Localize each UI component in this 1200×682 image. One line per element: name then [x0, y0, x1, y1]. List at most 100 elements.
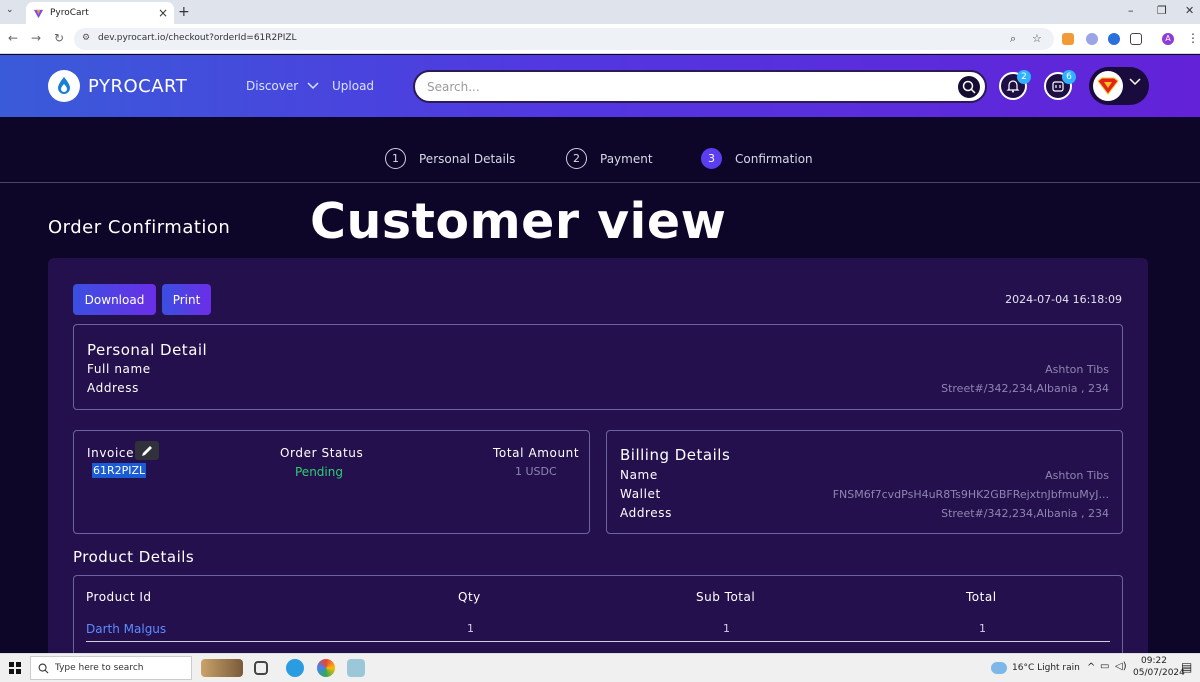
billing-name-label: Name — [620, 468, 658, 482]
search-bar — [413, 70, 987, 103]
taskbar-search-text: Type here to search — [55, 663, 144, 673]
metamask-extension-icon[interactable] — [1062, 33, 1074, 45]
address-label: Address — [87, 381, 139, 395]
browser-toolbar: ← → ↻ ⚙ dev.pyrocart.io/checkout?orderId… — [0, 24, 1200, 54]
brand-name[interactable]: PYROCART — [88, 76, 187, 97]
order-status-value: Pending — [295, 465, 343, 479]
app-header: PYROCART Discover Upload 2 6 — [0, 55, 1200, 117]
invoice-id[interactable]: 61R2PIZL — [92, 463, 147, 478]
step-number: 3 — [701, 148, 722, 169]
download-button[interactable]: Download — [73, 284, 156, 315]
back-icon[interactable]: ← — [8, 31, 18, 45]
zoom-icon[interactable]: ⌕ — [1010, 32, 1016, 46]
browser-tab[interactable]: PyroCart × — [26, 2, 174, 24]
close-window-icon[interactable]: ✕ — [1185, 4, 1194, 17]
billing-wallet-label: Wallet — [620, 487, 661, 501]
address-bar[interactable]: ⚙ dev.pyrocart.io/checkout?orderId=61R2P… — [74, 28, 1054, 50]
news-widget-icon[interactable] — [201, 659, 243, 677]
new-tab-icon[interactable]: + — [178, 4, 190, 20]
step-label: Personal Details — [419, 151, 516, 166]
customer-view-overlay: Customer view — [310, 193, 727, 250]
pyrocart-favicon-icon — [32, 7, 44, 19]
chevron-down-icon — [1129, 78, 1141, 86]
user-menu[interactable] — [1089, 67, 1149, 105]
total-amount-value: 1 USDC — [515, 465, 557, 478]
col-header-total: Total — [966, 590, 997, 604]
product-subtotal: 1 — [723, 622, 730, 635]
row-divider — [86, 641, 1110, 642]
product-qty: 1 — [467, 622, 474, 635]
windows-start-icon[interactable] — [9, 662, 21, 674]
profile-avatar[interactable]: A — [1162, 33, 1174, 45]
invoice-label: Invoice — [87, 446, 135, 460]
cart-badge: 6 — [1062, 70, 1076, 84]
notifications-button[interactable]: 2 — [999, 70, 1031, 100]
browser-tabstrip: ⌄ PyroCart × + – ❐ ✕ — [0, 0, 1200, 24]
bookmark-star-icon[interactable]: ☆ — [1032, 32, 1042, 45]
chrome-app-icon[interactable] — [317, 659, 335, 677]
network-icon[interactable]: ▭ — [1100, 661, 1109, 672]
col-header-product-id: Product Id — [86, 590, 152, 604]
search-button[interactable] — [958, 76, 980, 98]
product-link[interactable]: Darth Malgus — [86, 622, 166, 636]
step-confirmation[interactable]: 3 Confirmation — [701, 148, 813, 169]
clock-time[interactable]: 09:22 — [1141, 656, 1167, 666]
billing-details-box: Billing Details Name Wallet Address Asht… — [606, 430, 1123, 534]
billing-address-value: Street#/342,234,Albania , 234 — [941, 507, 1109, 520]
weather-text[interactable]: 16°C Light rain — [1012, 663, 1080, 673]
billing-address-label: Address — [620, 506, 672, 520]
billing-details-title: Billing Details — [620, 446, 731, 464]
taskbar-search[interactable]: Type here to search — [30, 656, 192, 680]
notifications-badge: 2 — [1017, 70, 1031, 84]
app-icon[interactable] — [347, 659, 365, 677]
reload-icon[interactable]: ↻ — [54, 31, 64, 45]
billing-name-value: Ashton Tibs — [1045, 469, 1109, 482]
tab-search-chevron-icon[interactable]: ⌄ — [6, 5, 14, 15]
cart-button[interactable]: 6 — [1044, 70, 1076, 100]
search-icon — [38, 663, 49, 674]
address-value: Street#/342,234,Albania , 234 — [941, 382, 1109, 395]
telegram-app-icon[interactable] — [286, 659, 304, 677]
product-total: 1 — [979, 622, 986, 635]
extension-icon[interactable] — [1086, 33, 1098, 45]
search-icon — [962, 80, 976, 94]
notification-center-icon[interactable]: ▤ — [1181, 660, 1192, 674]
close-tab-icon[interactable]: × — [158, 7, 168, 19]
weather-icon — [991, 662, 1007, 674]
windows-taskbar: Type here to search 16°C Light rain ^ ▭ … — [0, 653, 1200, 682]
user-avatar — [1093, 71, 1123, 101]
task-view-icon[interactable] — [254, 661, 268, 675]
step-label: Payment — [600, 151, 653, 166]
step-payment[interactable]: 2 Payment — [566, 148, 653, 169]
site-info-icon[interactable]: ⚙ — [82, 33, 90, 43]
nav-upload[interactable]: Upload — [332, 79, 374, 93]
volume-icon[interactable]: ◁) — [1115, 661, 1127, 672]
url-text: dev.pyrocart.io/checkout?orderId=61R2PIZ… — [98, 33, 297, 43]
step-personal-details[interactable]: 1 Personal Details — [385, 148, 515, 169]
extensions-puzzle-icon[interactable] — [1130, 33, 1142, 45]
product-details-title: Product Details — [73, 548, 195, 566]
personal-detail-box: Personal Detail Full name Address Ashton… — [73, 324, 1123, 410]
pyrocart-logo-icon[interactable] — [48, 70, 80, 102]
nav-discover[interactable]: Discover — [246, 79, 319, 93]
superman-shield-icon — [1097, 77, 1119, 95]
billing-wallet-value: FNSM6f7cvdPsH4uR8Ts9HK2GBFRejxtnJbfmuMyJ… — [832, 488, 1109, 501]
minimize-icon[interactable]: – — [1128, 4, 1134, 17]
full-name-label: Full name — [87, 362, 151, 376]
forward-icon[interactable]: → — [31, 31, 41, 45]
invoice-box: Invoice 61R2PIZL Order Status Pending To… — [73, 430, 590, 534]
telegram-extension-icon[interactable] — [1108, 33, 1120, 45]
print-button[interactable]: Print — [162, 284, 211, 315]
clock-date[interactable]: 05/07/2024 — [1133, 668, 1185, 678]
tab-title: PyroCart — [50, 8, 89, 18]
copy-invoice-button[interactable] — [135, 441, 159, 460]
order-confirmation-card: Download Print 2024-07-04 16:18:09 Perso… — [48, 258, 1148, 665]
product-table — [73, 575, 1123, 665]
restore-icon[interactable]: ❐ — [1157, 4, 1167, 17]
search-input[interactable] — [427, 78, 947, 96]
tray-chevron-icon[interactable]: ^ — [1087, 662, 1095, 673]
order-status-label: Order Status — [280, 446, 364, 460]
step-number: 1 — [385, 148, 406, 169]
browser-menu-icon[interactable]: ⋮ — [1187, 31, 1199, 45]
total-amount-label: Total Amount — [493, 446, 580, 460]
